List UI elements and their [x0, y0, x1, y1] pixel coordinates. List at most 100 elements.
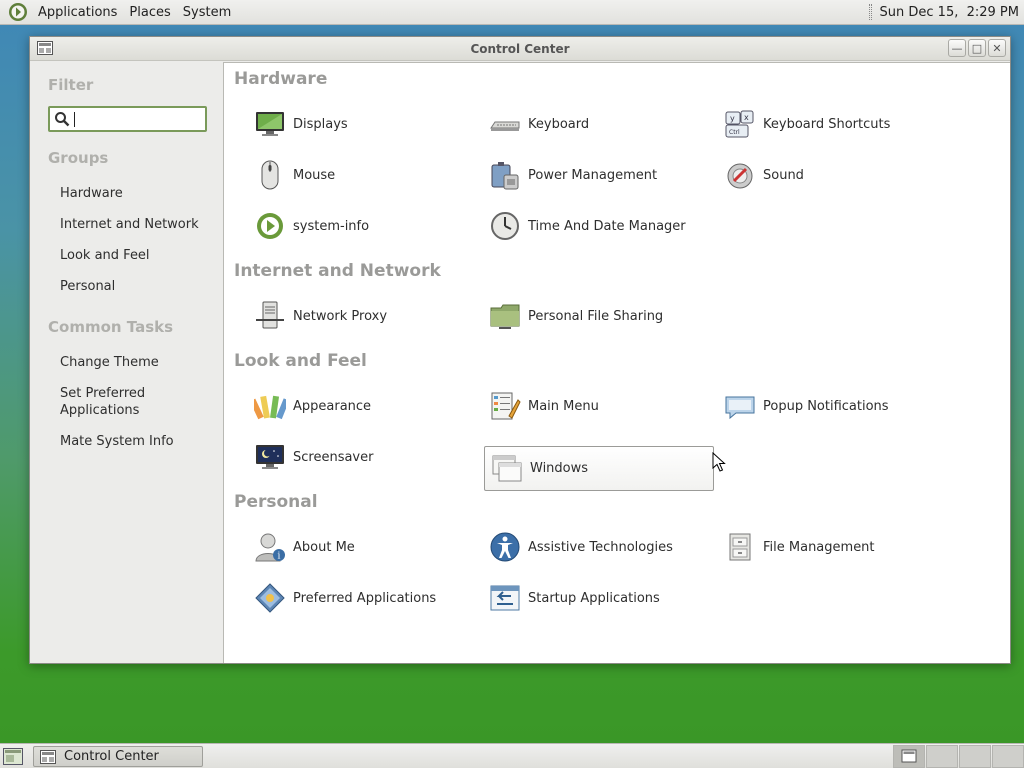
applet-keyboard-shortcuts[interactable]: y x Ctrl Keyboard Shortcuts: [694, 102, 923, 146]
applet-preferred-applications[interactable]: Preferred Applications: [224, 576, 453, 620]
applet-power-management[interactable]: Power Management: [459, 153, 688, 197]
minimize-button[interactable]: —: [948, 39, 966, 57]
svg-text:y: y: [730, 114, 735, 123]
system-menu[interactable]: System: [177, 5, 237, 20]
sidebar-item-hardware[interactable]: Hardware: [60, 185, 123, 202]
applet-file-management[interactable]: File Management: [694, 525, 923, 569]
workspace-window-icon: [901, 749, 917, 763]
applet-screensaver[interactable]: Screensaver: [224, 435, 453, 479]
applet-sound[interactable]: Sound: [694, 153, 923, 197]
applet-windows[interactable]: Windows: [484, 446, 714, 491]
window-app-icon: [40, 749, 56, 764]
svg-text:Ctrl: Ctrl: [729, 129, 740, 136]
clock[interactable]: Sun Dec 15, 2:29 PM: [880, 5, 1019, 20]
top-panel: Applications Places System Sun Dec 15, 2…: [0, 0, 1024, 25]
keyboard-icon: [490, 121, 520, 131]
applet-label: About Me: [293, 539, 355, 555]
filter-heading: Filter: [48, 76, 94, 94]
places-menu[interactable]: Places: [123, 5, 176, 20]
applet-label: Windows: [530, 461, 589, 476]
applet-label: Personal File Sharing: [528, 308, 664, 324]
main-menu-icon: [491, 392, 521, 420]
applet-label: Time And Date Manager: [528, 218, 686, 234]
workspace-3[interactable]: [959, 745, 991, 768]
applet-label: Power Management: [528, 167, 658, 183]
sidebar-item-personal[interactable]: Personal: [60, 278, 115, 295]
titlebar[interactable]: Control Center — □ ✕: [30, 37, 1010, 61]
applet-keyboard[interactable]: Keyboard: [459, 102, 688, 146]
applet-label: Appearance: [293, 398, 372, 414]
clock-icon: [491, 212, 519, 240]
workspace-2[interactable]: [926, 745, 958, 768]
group-title-internet-and-network: Internet and Network: [234, 261, 441, 281]
taskbar-label: Control Center: [64, 749, 159, 764]
close-icon: ✕: [992, 41, 1002, 55]
applet-personal-file-sharing[interactable]: Personal File Sharing: [459, 294, 688, 338]
applet-popup-notifications[interactable]: Popup Notifications: [694, 384, 923, 428]
workspace-4[interactable]: [992, 745, 1024, 768]
applet-mouse[interactable]: Mouse: [224, 153, 453, 197]
applet-label: Keyboard: [528, 116, 590, 132]
appearance-icon: [254, 395, 286, 420]
applet-displays[interactable]: Displays: [224, 102, 453, 146]
applet-main-menu[interactable]: Main Menu: [459, 384, 688, 428]
applet-label: Keyboard Shortcuts: [763, 116, 891, 132]
applet-about-me[interactable]: i About Me: [224, 525, 453, 569]
task-mate-system-info[interactable]: Mate System Info: [60, 433, 174, 450]
applet-startup-applications[interactable]: Startup Applications: [459, 576, 688, 620]
group-title-personal: Personal: [234, 492, 318, 512]
sidebar-item-look-and-feel[interactable]: Look and Feel: [60, 247, 150, 264]
folder-share-icon: [490, 304, 520, 329]
applet-label: Screensaver: [293, 449, 374, 465]
about-me-icon: i: [255, 533, 285, 562]
screensaver-icon: [256, 445, 284, 469]
keyboard-shortcuts-icon: y x Ctrl: [725, 110, 754, 138]
panel-separator: [868, 4, 872, 20]
close-button[interactable]: ✕: [988, 39, 1006, 57]
maximize-icon: □: [971, 41, 983, 55]
common-tasks-heading: Common Tasks: [48, 318, 174, 336]
search-icon: [55, 112, 70, 127]
show-desktop-icon[interactable]: [3, 748, 23, 765]
applet-assistive-technologies[interactable]: Assistive Technologies: [459, 525, 688, 569]
applet-system-info[interactable]: system-info: [224, 204, 453, 248]
sidebar: Filter Groups Hardware Internet and Netw…: [30, 62, 223, 663]
applet-label: Main Menu: [528, 398, 599, 414]
control-center-window: Control Center — □ ✕ Filter Groups Hardw…: [29, 36, 1011, 664]
mouse-icon: [261, 160, 279, 190]
accessibility-icon: [490, 532, 520, 562]
applet-label: system-info: [293, 218, 370, 234]
taskbar-button-control-center[interactable]: Control Center: [33, 746, 203, 767]
preferred-apps-icon: [255, 583, 285, 613]
applet-network-proxy[interactable]: Network Proxy: [224, 294, 453, 338]
window-title: Control Center: [470, 41, 570, 56]
system-info-icon: [257, 213, 283, 239]
group-title-look-and-feel: Look and Feel: [234, 351, 367, 371]
sidebar-item-internet-and-network[interactable]: Internet and Network: [60, 216, 199, 233]
applet-label: Preferred Applications: [293, 590, 437, 606]
applet-label: Displays: [293, 116, 348, 132]
applet-label: Sound: [763, 167, 804, 183]
window-menu-icon[interactable]: [37, 41, 53, 55]
bottom-panel: Control Center: [0, 743, 1024, 768]
windows-icon: [492, 455, 522, 481]
workspace-1[interactable]: [893, 745, 925, 768]
svg-text:x: x: [744, 113, 749, 122]
applet-time-and-date[interactable]: Time And Date Manager: [459, 204, 688, 248]
applet-label: Mouse: [293, 167, 336, 183]
task-change-theme[interactable]: Change Theme: [60, 354, 159, 371]
applications-menu[interactable]: Applications: [32, 5, 123, 20]
applet-label: Network Proxy: [293, 308, 388, 324]
group-title-hardware: Hardware: [234, 69, 328, 89]
task-set-preferred-applications[interactable]: Set Preferred Applications: [60, 385, 145, 419]
mouse-pointer-icon: [712, 452, 726, 472]
applet-label: Popup Notifications: [763, 398, 889, 414]
filter-search-input[interactable]: [48, 106, 207, 132]
maximize-button[interactable]: □: [968, 39, 986, 57]
startup-icon: [490, 585, 520, 611]
sound-icon: [727, 163, 753, 189]
applet-appearance[interactable]: Appearance: [224, 384, 453, 428]
power-icon: [491, 162, 519, 190]
mate-logo-icon[interactable]: [8, 2, 28, 22]
groups-heading: Groups: [48, 149, 109, 167]
